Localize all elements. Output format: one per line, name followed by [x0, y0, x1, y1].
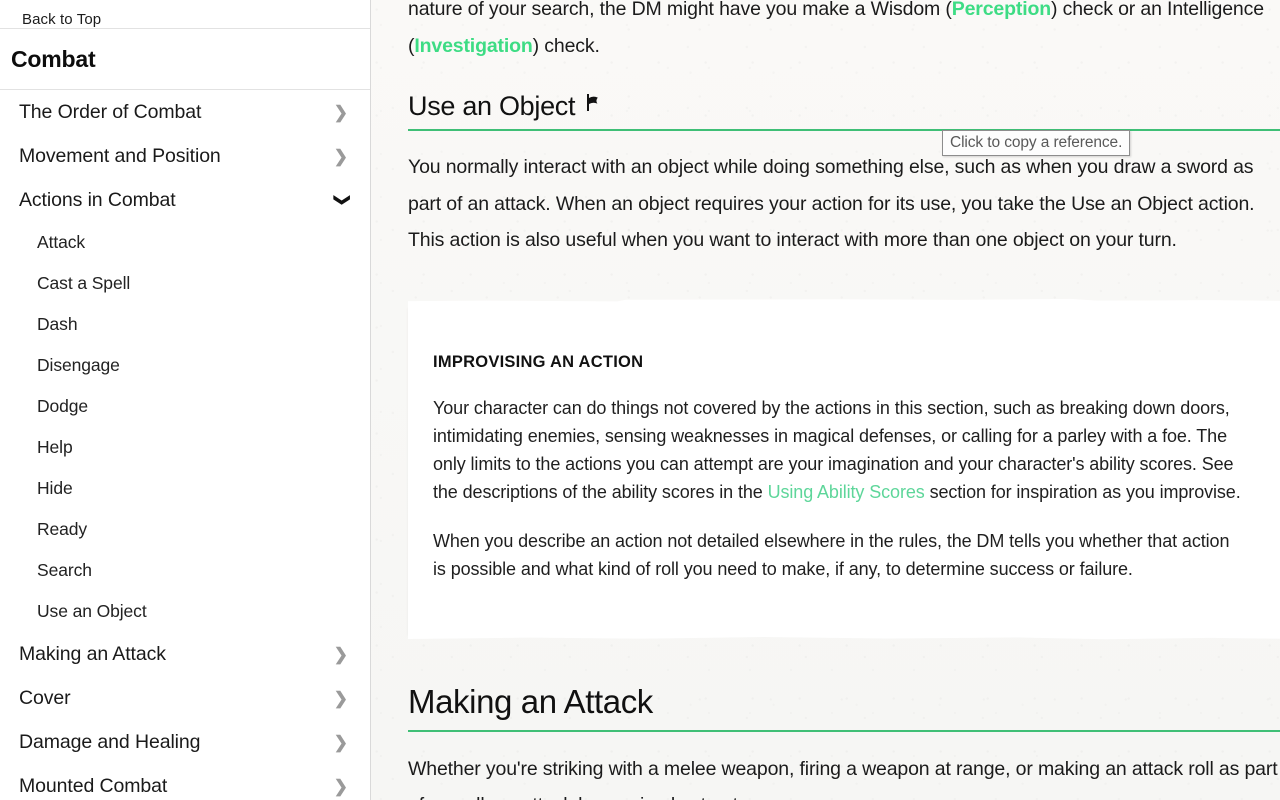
- intro-text-3: ) check.: [532, 34, 600, 57]
- link-perception[interactable]: Perception: [952, 0, 1051, 20]
- intro-text-1: nature of your search, the DM might have…: [408, 0, 952, 20]
- use-an-object-rule: [408, 129, 1280, 131]
- sidebar-item-ready[interactable]: Ready: [0, 509, 370, 550]
- sidebar-item-actions-in-combat[interactable]: Actions in Combat ❯: [0, 178, 370, 222]
- sidebar-item-label: Help: [37, 437, 73, 457]
- sidebar-item-use-an-object[interactable]: Use an Object: [0, 591, 370, 632]
- sidebar-item-search[interactable]: Search: [0, 550, 370, 591]
- sidebar-item-the-order-of-combat[interactable]: The Order of Combat ❯: [0, 90, 370, 134]
- sidebar-item-cast-a-spell[interactable]: Cast a Spell: [0, 263, 370, 304]
- sidebar-item-label: The Order of Combat: [19, 100, 202, 123]
- page-root: Back to Top Combat The Order of Combat ❯ M…: [0, 0, 1280, 800]
- sidebar-item-damage-and-healing[interactable]: Damage and Healing ❯: [0, 720, 370, 764]
- main-content: nature of your search, the DM might have…: [371, 0, 1280, 800]
- sidebar-item-label: Search: [37, 560, 92, 580]
- use-an-object-section: Use an Object You normally interact with…: [408, 91, 1280, 259]
- improvising-an-action-callout: IMPROVISING AN ACTION Your character can…: [408, 306, 1280, 635]
- back-to-top-link[interactable]: Back to Top: [0, 0, 370, 28]
- sidebar-item-movement-and-position[interactable]: Movement and Position ❯: [0, 134, 370, 178]
- sidebar-item-label: Making an Attack: [19, 642, 166, 665]
- link-using-ability-scores[interactable]: Using Ability Scores: [768, 482, 925, 502]
- sidebar-item-cover[interactable]: Cover ❯: [0, 676, 370, 720]
- sidebar-item-list: The Order of Combat ❯ Movement and Positio…: [0, 90, 370, 800]
- sidebar-item-dodge[interactable]: Dodge: [0, 386, 370, 427]
- chevron-right-icon[interactable]: ❯: [334, 734, 348, 751]
- sidebar-item-label: Cast a Spell: [37, 273, 131, 293]
- chevron-right-icon[interactable]: ❯: [334, 778, 348, 795]
- flag-bookmark-icon[interactable]: [584, 93, 601, 116]
- chevron-down-icon[interactable]: ❯: [333, 193, 350, 206]
- back-to-top-label: Back to Top: [22, 10, 102, 28]
- making-an-attack-heading: Making an Attack: [408, 682, 653, 720]
- callout-title: IMPROVISING AN ACTION: [433, 352, 644, 371]
- chevron-right-icon[interactable]: ❯: [334, 104, 348, 121]
- callout-text-2: section for inspiration as you improvise…: [924, 481, 1241, 502]
- sidebar-item-label: Mounted Combat: [19, 774, 168, 797]
- sidebar-item-label: Movement and Position: [19, 144, 221, 167]
- chevron-right-icon[interactable]: ❯: [334, 690, 348, 707]
- chevron-right-icon[interactable]: ❯: [334, 148, 348, 165]
- sidebar-item-help[interactable]: Help: [0, 427, 370, 468]
- sidebar-item-mounted-combat[interactable]: Mounted Combat ❯: [0, 764, 370, 800]
- sidebar-item-dash[interactable]: Dash: [0, 304, 370, 345]
- sidebar-item-label: Cover: [19, 686, 71, 709]
- callout-paragraph-2: When you describe an action not detailed…: [433, 530, 1230, 579]
- sidebar-item-label: Disengage: [37, 355, 120, 375]
- chevron-right-icon[interactable]: ❯: [334, 646, 348, 663]
- sidebar-item-attack[interactable]: Attack: [0, 222, 370, 263]
- sidebar-navigation: Back to Top Combat The Order of Combat ❯ M…: [0, 0, 371, 800]
- content-column: nature of your search, the DM might have…: [371, 0, 1280, 800]
- use-an-object-heading: Use an Object: [408, 91, 1280, 122]
- sidebar-item-label: Attack: [37, 232, 86, 252]
- sidebar-item-disengage[interactable]: Disengage: [0, 345, 370, 386]
- callout-paragraph-1: Your character can do things not covered…: [433, 394, 1242, 506]
- intro-paragraph: nature of your search, the DM might have…: [408, 0, 1280, 64]
- making-an-attack-section: Making an Attack Whether you're striking…: [408, 683, 1280, 800]
- use-an-object-heading-label: Use an Object: [408, 91, 576, 121]
- making-an-attack-paragraph: Whether you're striking with a melee wea…: [408, 757, 1278, 800]
- copy-reference-tooltip: Click to copy a reference.: [942, 130, 1131, 157]
- sidebar-item-making-an-attack[interactable]: Making an Attack ❯: [0, 632, 370, 676]
- use-an-object-paragraph: You normally interact with an object whi…: [408, 156, 1255, 251]
- sidebar-item-hide[interactable]: Hide: [0, 468, 370, 509]
- sidebar-item-label: Dash: [37, 314, 78, 334]
- link-investigation[interactable]: Investigation: [414, 35, 532, 57]
- sidebar-item-label: Ready: [37, 519, 88, 539]
- sidebar-item-label: Damage and Healing: [19, 730, 201, 753]
- sidebar-item-label: Dodge: [37, 396, 89, 416]
- sidebar-section-title: Combat: [11, 46, 96, 72]
- sidebar-item-label: Actions in Combat: [19, 188, 176, 211]
- sidebar-item-label: Hide: [37, 478, 73, 498]
- making-an-attack-rule: [408, 729, 1280, 732]
- sidebar-item-label: Use an Object: [37, 601, 147, 621]
